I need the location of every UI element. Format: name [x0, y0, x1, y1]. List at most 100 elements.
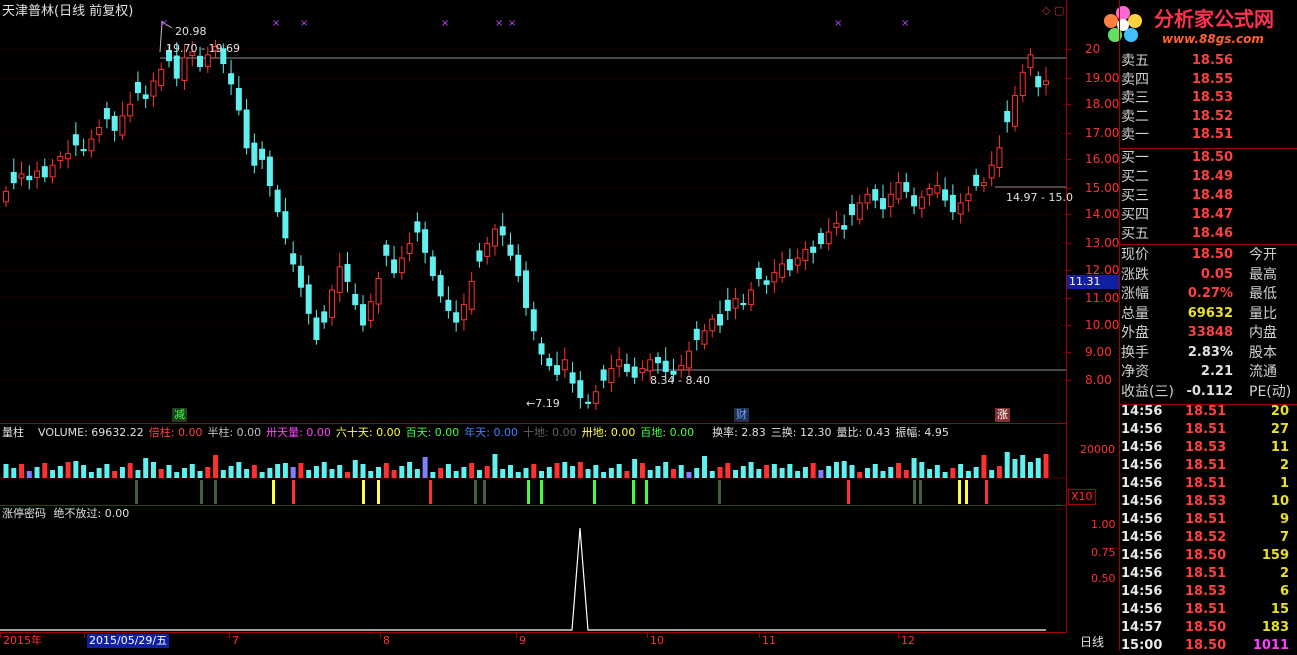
volume-bar: [407, 462, 413, 478]
tick-time: 14:56: [1121, 530, 1163, 545]
candle: [942, 189, 949, 201]
quote-label: 换手: [1121, 344, 1149, 361]
volume-bar: [244, 469, 250, 478]
indicator-chart[interactable]: [0, 506, 1066, 632]
stat-row: 外盘 33848 内盘: [1119, 324, 1297, 342]
quote-value: -0.112: [1186, 383, 1233, 399]
candle: [119, 115, 126, 136]
volume-bar: [313, 466, 319, 478]
tick-price: 18.51: [1185, 602, 1227, 617]
quote-label: 净资: [1121, 364, 1149, 380]
quote-label-secondary: 量比: [1249, 305, 1277, 322]
volume-bar: [50, 470, 56, 478]
price-tick: 20: [1085, 42, 1101, 56]
volume-bar: [663, 462, 669, 478]
volume-bar: [197, 471, 203, 478]
candle: [934, 185, 941, 194]
candle: [57, 156, 64, 162]
stat-row: 涨跌 0.05 最高: [1119, 266, 1297, 284]
tick-time: 14:56: [1121, 584, 1163, 599]
buy-order-row: 买五 18.46: [1119, 225, 1297, 243]
candle: [507, 244, 514, 256]
volume-bar: [96, 468, 102, 478]
candle: [740, 302, 747, 306]
tick-price: 18.52: [1185, 530, 1227, 545]
tick-row: 14:56 18.53 6: [1119, 583, 1297, 601]
volume-bar: [182, 468, 188, 478]
candlestick-chart[interactable]: × × × × × × × ×: [0, 0, 1066, 423]
time-label: 9: [519, 634, 526, 647]
volume-bar: [655, 466, 661, 478]
candle: [763, 280, 770, 285]
time-label: 11: [762, 634, 776, 647]
tick-price: 18.51: [1185, 458, 1227, 473]
low-label-value: 7.19: [535, 397, 560, 410]
volume-bar: [725, 463, 731, 478]
candle: [833, 222, 840, 228]
candle: [429, 256, 436, 277]
candle: [685, 350, 692, 369]
volume-bar: [608, 468, 614, 478]
price-tick: 17.00: [1085, 126, 1120, 140]
candle: [880, 198, 887, 210]
candle: [235, 88, 242, 111]
volume-signal: [200, 480, 203, 504]
candle: [918, 196, 925, 209]
indicator-line: [0, 527, 1046, 631]
candle: [1019, 71, 1026, 97]
volume-bar: [306, 470, 312, 478]
quote-value: 18.51: [1191, 127, 1233, 142]
candle: [34, 170, 41, 178]
candle: [600, 369, 607, 381]
candle: [771, 272, 778, 283]
tick-price: 18.50: [1185, 638, 1227, 653]
volume-bar: [127, 463, 133, 478]
tick-volume: 2: [1279, 566, 1289, 581]
candle: [80, 149, 87, 152]
volume-bar: [352, 460, 358, 478]
quote-value: 18.56: [1191, 53, 1233, 68]
volume-bar: [911, 458, 917, 478]
volume-header: 量柱 VOLUME: 69632.22 倍柱: 0.00 半柱: 0.00 卅天量: 0…: [2, 424, 954, 439]
volume-bar: [515, 472, 521, 478]
volume-bar: [826, 466, 832, 478]
candle: [313, 317, 320, 340]
volume-bar: [857, 472, 863, 478]
volume-bar: [1012, 459, 1018, 478]
buy-order-row: 买三 18.48: [1119, 187, 1297, 205]
indicator-tick: 1.00: [1091, 518, 1116, 531]
volume-bar: [531, 464, 537, 478]
quote-label: 买五: [1121, 226, 1149, 242]
tick-time: 14:56: [1121, 440, 1163, 455]
sell-order-row: 卖五 18.56: [1119, 52, 1297, 70]
volume-chart[interactable]: [0, 438, 1066, 504]
sell-order-row: 卖二 18.52: [1119, 108, 1297, 126]
candle: [398, 257, 405, 274]
candle: [41, 166, 48, 178]
volume-bar: [702, 456, 708, 478]
candle: [856, 202, 863, 220]
candle: [18, 173, 25, 179]
quote-label-secondary: 内盘: [1249, 325, 1277, 341]
candle: [515, 254, 522, 277]
volume-bar: [321, 462, 327, 478]
candle: [305, 284, 312, 314]
volume-bar: [150, 462, 156, 478]
volume-signal: [718, 480, 721, 504]
candle: [988, 164, 995, 179]
candle: [616, 359, 623, 367]
candle: [957, 202, 964, 215]
candle: [949, 194, 956, 213]
tick-volume: 11: [1270, 440, 1289, 455]
sell-order-row: 卖一 18.51: [1119, 126, 1297, 144]
volume-bar: [942, 472, 948, 478]
buy-order-row: 买二 18.49: [1119, 168, 1297, 186]
time-tick: [898, 633, 899, 638]
period-label[interactable]: 日线: [1080, 635, 1104, 649]
tick-price: 18.51: [1185, 422, 1227, 437]
candle: [592, 391, 599, 404]
volume-bar: [65, 462, 71, 478]
indicator-tick: 0.75: [1091, 546, 1116, 559]
volume-bar: [1004, 452, 1010, 478]
tick-volume: 1: [1279, 476, 1289, 491]
